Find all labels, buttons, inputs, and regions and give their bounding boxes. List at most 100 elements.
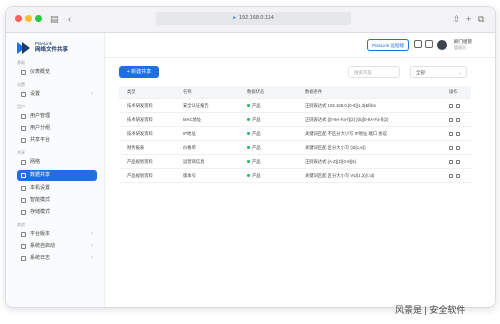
new-tab-icon[interactable]: +	[466, 13, 471, 25]
expand-icon[interactable]	[414, 40, 422, 48]
search-input[interactable]: 搜索内容	[348, 66, 400, 78]
data-table: 类型 名称 数据状态 数据条件 操作 技术研发资料 安全认证报告 产品 正则表达式 1…	[119, 86, 471, 183]
sidebar-item-user-management[interactable]: 用户管理	[17, 111, 97, 122]
minimize-window-button[interactable]	[25, 15, 32, 22]
status-dot-icon	[247, 160, 250, 164]
cell-type: 产品规划资料	[127, 173, 153, 178]
column-header: 数据状态	[247, 89, 265, 94]
close-window-button[interactable]	[15, 15, 22, 22]
back-icon[interactable]: ‹	[68, 13, 71, 25]
edit-icon[interactable]	[449, 103, 453, 108]
users-icon	[21, 126, 26, 131]
sidebar-toggle-icon[interactable]: ▤	[50, 13, 59, 25]
cell-condition: 关键词匹配 不区分大小写 IP地址 端口 协议	[305, 131, 387, 136]
grid-icon[interactable]	[425, 40, 433, 48]
filter-select[interactable]: 全部 ⌄	[410, 66, 467, 78]
edit-icon[interactable]	[449, 159, 453, 164]
sidebar-item-storage-mode[interactable]: 存储模式	[17, 207, 97, 218]
sidebar-item-local-settings[interactable]: 本机设置	[17, 183, 97, 194]
sidebar: PiseLink 网络文件共享 基础 仪表概览 设置 设置 › 用户 用户管理 用…	[6, 33, 105, 307]
sidebar-item-data-share[interactable]: 数据共享	[17, 170, 97, 181]
status-text: 产品	[252, 159, 261, 164]
table-row: 产品规划资料 运营商信息 产品 正则表达式 [A-Z]{2}[0-9]{6}	[119, 155, 471, 169]
sidebar-item-label: 存储模式	[30, 209, 51, 215]
chevron-right-icon: ›	[91, 243, 93, 249]
cell-actions	[449, 169, 471, 182]
settings-icon	[21, 92, 26, 97]
sidebar-item-dashboard[interactable]: 仪表概览	[17, 67, 97, 78]
log-icon	[21, 256, 26, 261]
app-header: PiseLink 远程端 刷门组管 管理员	[105, 33, 495, 58]
sidebar-item-system-log[interactable]: 系统日志 ›	[17, 253, 97, 264]
edit-icon[interactable]	[449, 145, 453, 150]
startup-icon	[21, 244, 26, 249]
table-row: 技术研发资料 安全认证报告 产品 正则表达式 192.168.0.[0-9]{1,3}…	[119, 99, 471, 113]
sidebar-item-label: 系统日志	[30, 255, 51, 261]
cell-actions	[449, 99, 471, 112]
delete-icon[interactable]	[456, 159, 460, 164]
logo-title: 网络文件共享	[35, 47, 69, 53]
edit-icon[interactable]	[449, 131, 453, 136]
delete-icon[interactable]	[456, 131, 460, 136]
sidebar-item-label: 仪表概览	[30, 69, 51, 75]
delete-icon[interactable]	[456, 173, 460, 178]
cell-name: 版本号	[183, 173, 196, 178]
address-bar[interactable]: ▸ 192.168.0.114	[156, 12, 351, 25]
cell-type: 产品规划资料	[127, 159, 153, 164]
sidebar-item-label: 用户管理	[30, 113, 51, 119]
cell-condition: 关键词匹配 区分大小写 V\d{1,2}(\.\d)	[305, 173, 375, 178]
delete-icon[interactable]	[456, 117, 460, 122]
user-role: 管理员	[454, 45, 466, 50]
sidebar-item-network[interactable]: 网络	[17, 157, 97, 168]
sidebar-item-settings[interactable]: 设置 ›	[17, 89, 97, 100]
version-icon	[21, 232, 26, 237]
cell-type: 技术研发资料	[127, 103, 153, 108]
add-share-button[interactable]: + 新建共享	[119, 66, 159, 78]
sidebar-item-system-startup[interactable]: 系统自启动 ›	[17, 241, 97, 252]
sidebar-item-label: 设置	[30, 91, 41, 97]
table-header: 类型 名称 数据状态 数据条件 操作	[119, 86, 471, 99]
tabs-overview-icon[interactable]: ⧉	[478, 13, 484, 25]
chevron-right-icon: ›	[91, 91, 93, 97]
filter-value: 全部	[416, 70, 425, 75]
delete-icon[interactable]	[456, 145, 460, 150]
status-text: 产品	[252, 131, 261, 136]
share-icon[interactable]: ⇧	[453, 13, 461, 25]
cell-type: 技术研发资料	[127, 131, 153, 136]
cell-status: 产品	[247, 155, 297, 168]
cell-status: 产品	[247, 141, 297, 154]
table-row: 产品规划资料 版本号 产品 关键词匹配 区分大小写 V\d{1,2}(\.\d)	[119, 169, 471, 183]
status-text: 产品	[252, 117, 261, 122]
chevron-down-icon: ⌄	[458, 70, 462, 75]
sidebar-item-platform-version[interactable]: 平台版本 ›	[17, 229, 97, 240]
sidebar-item-label: 智能模式	[30, 197, 51, 203]
cell-status: 产品	[247, 113, 297, 126]
sidebar-item-label: 数据共享	[30, 172, 51, 178]
smart-icon	[21, 198, 26, 203]
table-row: 技术研发资料 MAC地址 产品 正则表达式 ([0-9A-Fa-f]{2}:){5}[…	[119, 113, 471, 127]
cell-condition: 关键词匹配 区分大小写 {\d{1,6}}	[305, 145, 366, 150]
column-header: 操作	[449, 89, 458, 94]
cell-actions	[449, 155, 471, 168]
sidebar-item-user-groups[interactable]: 用户分组	[17, 123, 97, 134]
status-text: 产品	[252, 173, 261, 178]
sidebar-item-label: 平台版本	[30, 231, 51, 237]
data-icon	[21, 173, 26, 178]
sidebar-section-label: 共享	[17, 150, 25, 155]
status-text: 产品	[252, 103, 261, 108]
avatar[interactable]	[437, 38, 453, 52]
sidebar-item-share-platform[interactable]: 共享平台	[17, 135, 97, 146]
edit-icon[interactable]	[449, 173, 453, 178]
edit-icon[interactable]	[449, 117, 453, 122]
logo-mark-icon	[17, 42, 30, 54]
status-dot-icon	[247, 132, 250, 136]
delete-icon[interactable]	[456, 103, 460, 108]
cell-status: 产品	[247, 169, 297, 182]
pinlink-remote-button[interactable]: PiseLink 远程端	[367, 39, 409, 51]
cell-name: MAC地址	[183, 117, 202, 122]
maximize-window-button[interactable]	[35, 15, 42, 22]
sidebar-section-label: 设置	[17, 82, 25, 87]
sidebar-section-label: 基础	[17, 60, 25, 65]
cell-type: 技术研发资料	[127, 117, 153, 122]
sidebar-item-smart-mode[interactable]: 智能模式	[17, 195, 97, 206]
